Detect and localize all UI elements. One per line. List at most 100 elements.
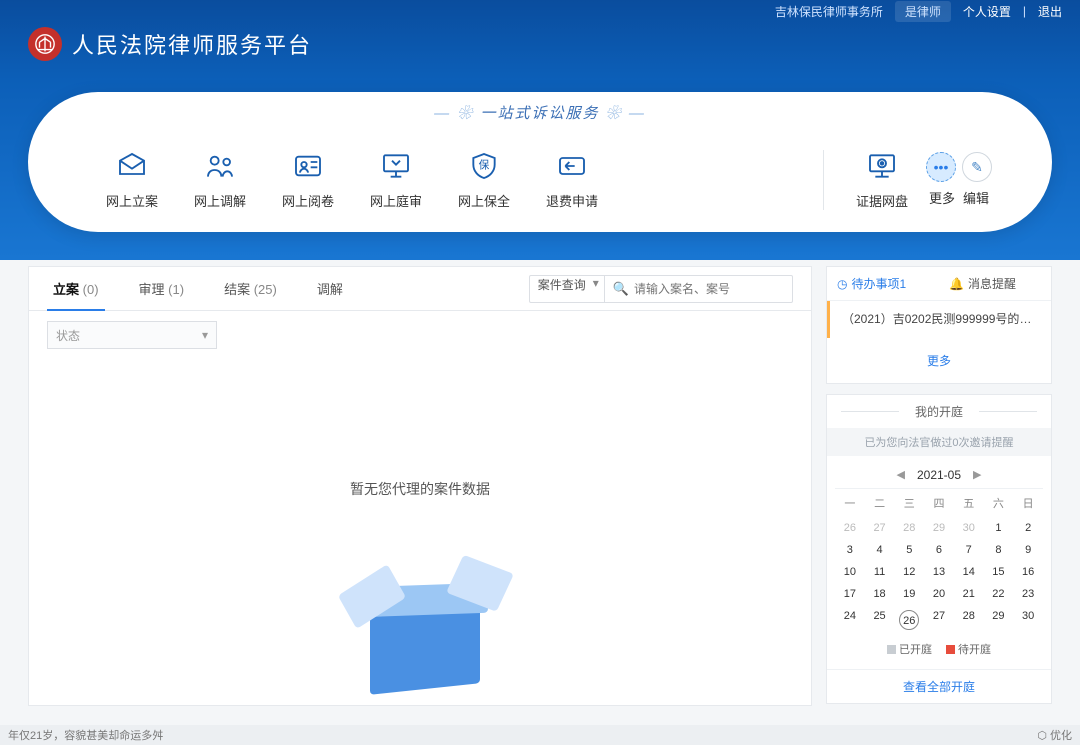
view-all-hearings[interactable]: 查看全部开庭 (827, 669, 1051, 703)
calendar-day[interactable]: 17 (835, 583, 865, 605)
calendar-day[interactable]: 14 (954, 561, 984, 583)
calendar-day[interactable]: 11 (865, 561, 895, 583)
hero-bg: 一站式诉讼服务 网上立案 网上调解 网上阅卷 网上庭审 保 网上保全 (0, 80, 1080, 260)
weekday-header: 四 (924, 489, 954, 517)
court-emblem-icon (28, 27, 62, 61)
more-label[interactable]: 更多 (929, 188, 955, 207)
edit-icon[interactable]: ✎ (962, 152, 992, 182)
svc-label: 网上阅卷 (282, 191, 334, 210)
tab-closed[interactable]: 结案 (25) (218, 267, 283, 310)
status-select[interactable]: 状态▾ (47, 321, 217, 349)
clock-icon: ◷ (837, 277, 847, 291)
calendar-legend: 已开庭 待开庭 (835, 635, 1043, 659)
footer-bar: 年仅21岁，容貌甚美却命运多舛 ⬡ 优化 (0, 725, 1080, 745)
calendar-day[interactable]: 28 (954, 605, 984, 635)
case-tabs: 立案 (0) 审理 (1) 结案 (25) 调解 案件查询 🔍 (29, 267, 811, 311)
court-title: 我的开庭 (827, 395, 1051, 428)
search-mode-select[interactable]: 案件查询 (529, 275, 605, 303)
weekday-header: 六 (984, 489, 1014, 517)
filter-row: 状态▾ (29, 311, 811, 359)
svc-evidence-disk[interactable]: 证据网盘 (838, 149, 926, 210)
cal-prev[interactable]: ◀ (897, 468, 905, 481)
search-icon: 🔍 (613, 281, 629, 297)
empty-illustration (320, 559, 520, 689)
tab-mediate[interactable]: 调解 (311, 267, 349, 310)
settings-link[interactable]: 个人设置 (963, 3, 1011, 20)
svc-preserve[interactable]: 保 网上保全 (440, 149, 528, 210)
calendar-header: ◀ 2021-05 ▶ (835, 462, 1043, 489)
svc-file-case[interactable]: 网上立案 (88, 149, 176, 210)
calendar-day[interactable]: 26 (894, 605, 924, 635)
calendar-day[interactable]: 2 (1013, 517, 1043, 539)
chevron-down-icon: ▾ (202, 328, 208, 342)
calendar-day[interactable]: 26 (835, 517, 865, 539)
tab-filing[interactable]: 立案 (0) (47, 267, 105, 310)
calendar-grid: 一二三四五六日262728293012345678910111213141516… (835, 489, 1043, 635)
calendar-day[interactable]: 19 (894, 583, 924, 605)
footer-opt[interactable]: ⬡ 优化 (1037, 727, 1072, 743)
calendar-day[interactable]: 3 (835, 539, 865, 561)
calendar-day[interactable]: 13 (924, 561, 954, 583)
panel-tagline: 一站式诉讼服务 (28, 92, 1052, 123)
calendar-day[interactable]: 30 (954, 517, 984, 539)
svc-mediation[interactable]: 网上调解 (176, 149, 264, 210)
calendar-day[interactable]: 8 (984, 539, 1014, 561)
tab-todo[interactable]: ◷待办事项1 (827, 267, 939, 300)
todo-tabs: ◷待办事项1 🔔消息提醒 (827, 267, 1051, 301)
calendar-day[interactable]: 20 (924, 583, 954, 605)
calendar-day[interactable]: 24 (835, 605, 865, 635)
calendar-day[interactable]: 1 (984, 517, 1014, 539)
calendar-day[interactable]: 25 (865, 605, 895, 635)
site-title: 人民法院律师服务平台 (72, 28, 312, 60)
todo-more[interactable]: 更多 (827, 338, 1051, 383)
edit-label[interactable]: 编辑 (963, 188, 989, 207)
calendar-day[interactable]: 29 (924, 517, 954, 539)
calendar-day[interactable]: 28 (894, 517, 924, 539)
logo-wrap: 人民法院律师服务平台 (28, 27, 312, 61)
more-icon[interactable]: ••• (926, 152, 956, 182)
calendar-day[interactable]: 18 (865, 583, 895, 605)
calendar-day[interactable]: 4 (865, 539, 895, 561)
calendar-day[interactable]: 27 (865, 517, 895, 539)
header: 吉林保民律师事务所 是律师 个人设置 | 退出 人民法院律师服务平台 (0, 0, 1080, 80)
calendar-day[interactable]: 30 (1013, 605, 1043, 635)
svc-more-edit: ••• ✎ 更多 编辑 (926, 152, 992, 207)
tab-messages[interactable]: 🔔消息提醒 (939, 267, 1051, 300)
id-card-icon (291, 149, 325, 183)
calendar-day[interactable]: 23 (1013, 583, 1043, 605)
empty-message: 暂无您代理的案件数据 (29, 359, 811, 499)
cal-next[interactable]: ▶ (973, 468, 981, 481)
calendar-day[interactable]: 15 (984, 561, 1014, 583)
divider (823, 150, 824, 210)
logout-link[interactable]: 退出 (1038, 3, 1062, 20)
cal-month: 2021-05 (917, 468, 961, 482)
top-strip: 吉林保民律师事务所 是律师 个人设置 | 退出 (775, 0, 1080, 22)
case-panel: 立案 (0) 审理 (1) 结案 (25) 调解 案件查询 🔍 状态▾ 暂无您代… (28, 266, 812, 706)
calendar-day[interactable]: 6 (924, 539, 954, 561)
refund-icon (555, 149, 589, 183)
calendar-day[interactable]: 12 (894, 561, 924, 583)
weekday-header: 五 (954, 489, 984, 517)
calendar-day[interactable]: 29 (984, 605, 1014, 635)
svc-refund[interactable]: 退费申请 (528, 149, 616, 210)
role-badge: 是律师 (895, 1, 951, 22)
content: 立案 (0) 审理 (1) 结案 (25) 调解 案件查询 🔍 状态▾ 暂无您代… (0, 252, 1080, 706)
calendar-day[interactable]: 5 (894, 539, 924, 561)
calendar-day[interactable]: 7 (954, 539, 984, 561)
tab-trial[interactable]: 审理 (1) (133, 267, 191, 310)
svc-review[interactable]: 网上阅卷 (264, 149, 352, 210)
search-box: 🔍 (605, 275, 793, 303)
svc-label: 网上保全 (458, 191, 510, 210)
svc-label: 网上庭审 (370, 191, 422, 210)
divider: | (1023, 4, 1026, 18)
search-input[interactable] (634, 282, 784, 296)
calendar-day[interactable]: 27 (924, 605, 954, 635)
svc-trial[interactable]: 网上庭审 (352, 149, 440, 210)
todo-item[interactable]: （2021）吉0202民测999999号的开... (827, 301, 1051, 338)
calendar-day[interactable]: 22 (984, 583, 1014, 605)
calendar-day[interactable]: 9 (1013, 539, 1043, 561)
calendar-day[interactable]: 21 (954, 583, 984, 605)
calendar-day[interactable]: 16 (1013, 561, 1043, 583)
bell-icon: 🔔 (949, 277, 964, 291)
calendar-day[interactable]: 10 (835, 561, 865, 583)
